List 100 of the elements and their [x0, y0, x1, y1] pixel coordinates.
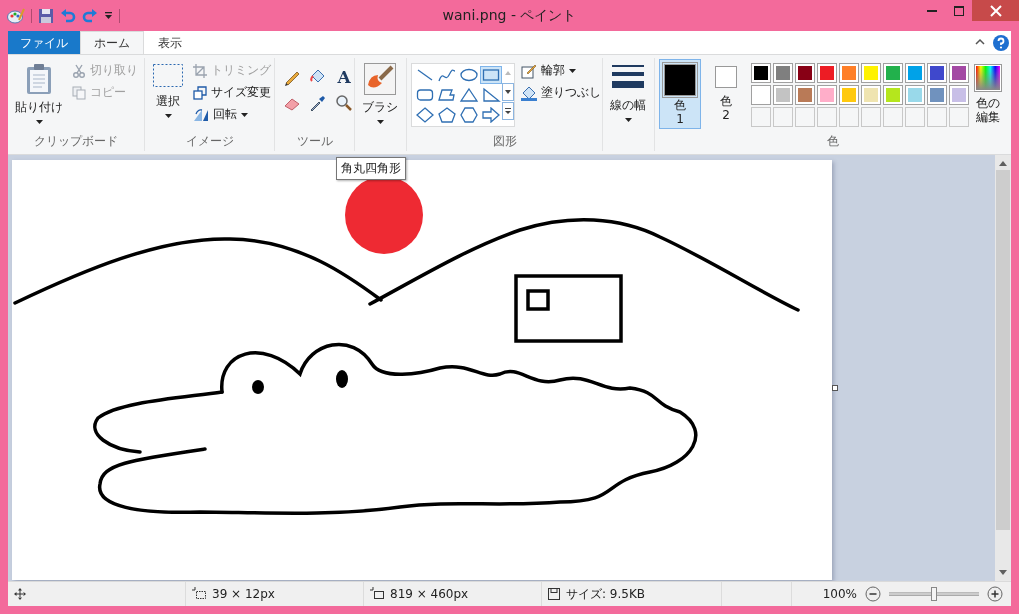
shape-icon[interactable] — [414, 86, 436, 104]
scroll-up-icon[interactable] — [999, 160, 1007, 166]
color-swatch[interactable] — [751, 85, 771, 105]
outline-pencil-icon — [521, 62, 537, 79]
group-label: イメージ — [184, 134, 235, 150]
color-swatch[interactable] — [949, 63, 969, 83]
color-swatch[interactable] — [883, 63, 903, 83]
caret-icon — [164, 114, 172, 118]
color-swatch[interactable] — [795, 85, 815, 105]
zoom-level-text: 100% — [822, 587, 857, 601]
shape-icon[interactable] — [458, 106, 480, 124]
empty-color-swatch[interactable] — [883, 107, 903, 127]
color-spectrum-icon — [974, 64, 1002, 92]
empty-color-swatch[interactable] — [949, 107, 969, 127]
copy-icon — [72, 85, 86, 100]
empty-color-swatch[interactable] — [817, 107, 837, 127]
group-label: 色 — [826, 134, 840, 150]
line-width-button[interactable]: 線の幅 — [607, 59, 649, 126]
canvas-drawing[interactable] — [12, 160, 832, 580]
rotate-button[interactable]: 回転 — [191, 105, 273, 124]
minimize-icon — [926, 9, 937, 12]
collapse-ribbon-icon[interactable] — [975, 38, 985, 46]
empty-color-swatch[interactable] — [795, 107, 815, 127]
color-swatch[interactable] — [905, 63, 925, 83]
save-icon[interactable] — [38, 7, 54, 24]
shape-icon[interactable] — [436, 106, 458, 124]
color-swatch[interactable] — [883, 85, 903, 105]
brush-icon — [364, 63, 396, 95]
edit-colors-button[interactable]: 色の編集 — [973, 59, 1003, 129]
zoom-in-icon[interactable] — [987, 586, 1003, 602]
color-swatch[interactable] — [751, 63, 771, 83]
dashed-rectangle-icon — [152, 63, 184, 89]
empty-color-swatch[interactable] — [861, 107, 881, 127]
group-label: 図形 — [491, 134, 518, 150]
shape-icon[interactable] — [480, 86, 502, 104]
shape-icon[interactable] — [414, 106, 436, 124]
color-swatch[interactable] — [817, 63, 837, 83]
group-label: クリップボード — [33, 134, 119, 150]
empty-color-swatch[interactable] — [773, 107, 793, 127]
ribbon-tab[interactable]: 表示 — [144, 31, 196, 54]
color-swatch[interactable] — [905, 85, 925, 105]
expand-gallery-icon[interactable] — [502, 102, 514, 120]
caret-icon — [376, 120, 384, 124]
color-swatch[interactable] — [927, 85, 947, 105]
color-swatch[interactable] — [839, 85, 859, 105]
eyedropper-icon[interactable] — [309, 94, 327, 112]
shape-icon[interactable] — [458, 86, 480, 104]
window-title: wani.png - ペイント — [441, 7, 578, 25]
shape-icon[interactable] — [480, 66, 502, 84]
caret-icon — [35, 120, 43, 124]
shape-icon[interactable] — [458, 66, 480, 84]
scroll-down-icon[interactable] — [502, 83, 514, 101]
resize-button[interactable]: サイズ変更 — [191, 83, 273, 102]
color-swatch[interactable] — [839, 63, 859, 83]
clipboard-icon — [25, 63, 53, 95]
color-swatch[interactable] — [773, 85, 793, 105]
zoom-out-icon[interactable] — [865, 586, 881, 602]
fill-button[interactable]: 塗りつぶし — [519, 83, 602, 102]
scroll-down-icon[interactable] — [999, 570, 1007, 576]
maximize-icon — [953, 5, 964, 16]
empty-color-swatch[interactable] — [751, 107, 771, 127]
magnifier-icon[interactable] — [335, 94, 353, 112]
color-swatch[interactable] — [861, 63, 881, 83]
color-swatch[interactable] — [795, 63, 815, 83]
outline-button[interactable]: 輪郭 — [519, 61, 602, 80]
shape-icon[interactable] — [436, 66, 458, 84]
color-slot-button[interactable]: 色 1 — [659, 59, 701, 129]
caret-icon — [569, 68, 576, 73]
shape-icon[interactable] — [436, 86, 458, 104]
color-swatch[interactable] — [773, 63, 793, 83]
move-icon — [14, 588, 26, 600]
fill-bucket-icon — [521, 84, 537, 101]
color-swatch[interactable] — [927, 63, 947, 83]
group-label: ツール — [295, 134, 334, 150]
empty-color-swatch[interactable] — [905, 107, 925, 127]
resize-handle[interactable] — [832, 385, 838, 391]
empty-color-swatch[interactable] — [839, 107, 859, 127]
customize-dropdown-icon[interactable] — [104, 11, 113, 20]
select-button[interactable]: 選択 — [149, 59, 187, 122]
help-icon[interactable] — [993, 35, 1009, 51]
caret-icon — [624, 118, 632, 122]
resize-icon — [193, 85, 207, 100]
vertical-scrollbar[interactable] — [995, 155, 1011, 581]
ribbon-tab[interactable]: ファイル — [8, 31, 80, 54]
text-tool-button[interactable]: A — [335, 68, 353, 86]
crop-icon — [193, 63, 207, 78]
paste-button[interactable]: 貼り付け — [12, 59, 66, 128]
empty-color-swatch[interactable] — [927, 107, 947, 127]
rotate-icon — [193, 107, 209, 122]
shape-icon[interactable] — [480, 106, 502, 124]
canvas-size-icon — [370, 587, 384, 601]
close-button[interactable] — [972, 0, 1019, 21]
color-swatch[interactable] — [949, 85, 969, 105]
color-slot-button[interactable]: 色 2 — [705, 59, 747, 129]
brush-button[interactable]: ブラシ — [359, 59, 401, 128]
color-swatch[interactable] — [817, 85, 837, 105]
caret-icon — [241, 112, 248, 117]
color-swatch[interactable] — [861, 85, 881, 105]
ribbon-tab[interactable]: ホーム — [80, 31, 144, 54]
palette-icon[interactable] — [7, 7, 25, 24]
